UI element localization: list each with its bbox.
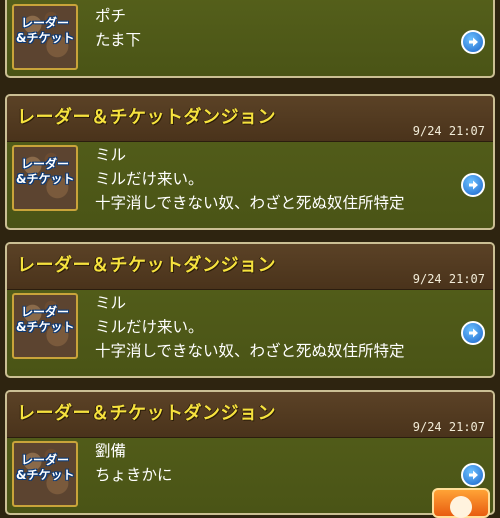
dungeon-title: レーダー＆チケットダンジョン — [17, 255, 276, 276]
arrow-right-icon[interactable] — [461, 321, 485, 345]
sender-name: ミル — [95, 146, 127, 164]
message-text: 十字消しできない奴、わざと死ぬ奴住所特定 — [95, 194, 405, 212]
dungeon-thumbnail: レーダー &チケット — [12, 4, 78, 70]
dungeon-thumbnail: レーダー &チケット — [12, 293, 78, 359]
message-text: たま下 — [95, 31, 142, 49]
dungeon-thumbnail: レーダー &チケット — [12, 145, 78, 211]
action-icon — [450, 496, 472, 518]
timestamp: 9/24 21:07 — [412, 272, 485, 286]
card-header: レーダー＆チケットダンジョン 9/24 21:07 — [7, 392, 493, 438]
message-text: ちょきかに — [95, 466, 173, 484]
arrow-right-icon[interactable] — [461, 173, 485, 197]
timestamp: 9/24 21:07 — [412, 420, 485, 434]
arrow-right-icon[interactable] — [461, 463, 485, 487]
dungeon-title: レーダー＆チケットダンジョン — [17, 403, 276, 424]
message-text: 十字消しできない奴、わざと死ぬ奴住所特定 — [95, 342, 405, 360]
message-text: ミルだけ来い。 — [95, 318, 204, 336]
sender-name: ミル — [95, 294, 127, 312]
dungeon-thumbnail: レーダー &チケット — [12, 441, 78, 507]
sender-name: 劉備 — [95, 442, 127, 460]
card-header: レーダー＆チケットダンジョン 9/24 21:07 — [7, 96, 493, 142]
message-card[interactable]: レーダー &チケット ポチ たま下 — [5, 0, 495, 78]
action-button[interactable] — [432, 488, 490, 518]
message-text: ミルだけ来い。 — [95, 170, 204, 188]
timestamp: 9/24 21:07 — [412, 124, 485, 138]
message-card[interactable]: レーダー＆チケットダンジョン 9/24 21:07 レーダー &チケット 劉備 … — [5, 390, 495, 515]
card-header: レーダー＆チケットダンジョン 9/24 21:07 — [7, 244, 493, 290]
arrow-right-icon[interactable] — [461, 30, 485, 54]
sender-name: ポチ — [95, 7, 127, 25]
message-card[interactable]: レーダー＆チケットダンジョン 9/24 21:07 レーダー &チケット ミル … — [5, 94, 495, 230]
message-card[interactable]: レーダー＆チケットダンジョン 9/24 21:07 レーダー &チケット ミル … — [5, 242, 495, 378]
dungeon-title: レーダー＆チケットダンジョン — [17, 107, 276, 128]
